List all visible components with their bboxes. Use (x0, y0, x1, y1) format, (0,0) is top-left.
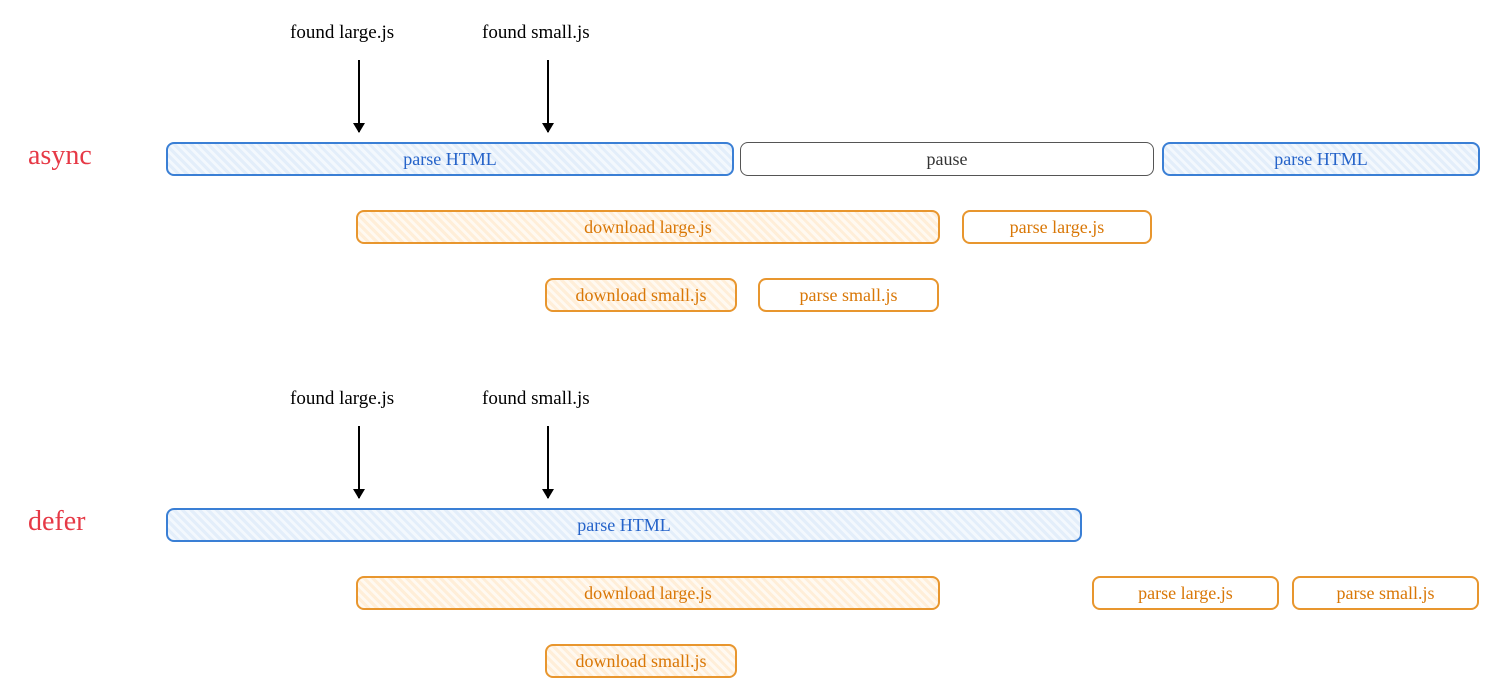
arrow-icon (547, 60, 549, 132)
box-parse-html: parse HTML (166, 508, 1082, 542)
box-download-large: download large.js (356, 576, 940, 610)
annotation-found-small: found small.js (482, 22, 590, 44)
annotation-found-large: found large.js (290, 388, 394, 410)
defer-label: defer (28, 506, 86, 538)
box-parse-html: parse HTML (166, 142, 734, 176)
async-section: async found large.js found small.js pars… (10, 10, 1490, 348)
box-pause: pause (740, 142, 1154, 176)
annotation-found-large: found large.js (290, 22, 394, 44)
arrow-icon (358, 60, 360, 132)
defer-section: defer found large.js found small.js pars… (10, 348, 1490, 686)
box-download-small: download small.js (545, 278, 737, 312)
arrow-icon (547, 426, 549, 498)
box-download-small: download small.js (545, 644, 737, 678)
annotation-found-small: found small.js (482, 388, 590, 410)
box-parse-small: parse small.js (1292, 576, 1479, 610)
arrow-icon (358, 426, 360, 498)
box-parse-large: parse large.js (962, 210, 1152, 244)
box-parse-small: parse small.js (758, 278, 939, 312)
box-parse-html: parse HTML (1162, 142, 1480, 176)
async-label: async (28, 140, 92, 172)
box-download-large: download large.js (356, 210, 940, 244)
box-parse-large: parse large.js (1092, 576, 1279, 610)
